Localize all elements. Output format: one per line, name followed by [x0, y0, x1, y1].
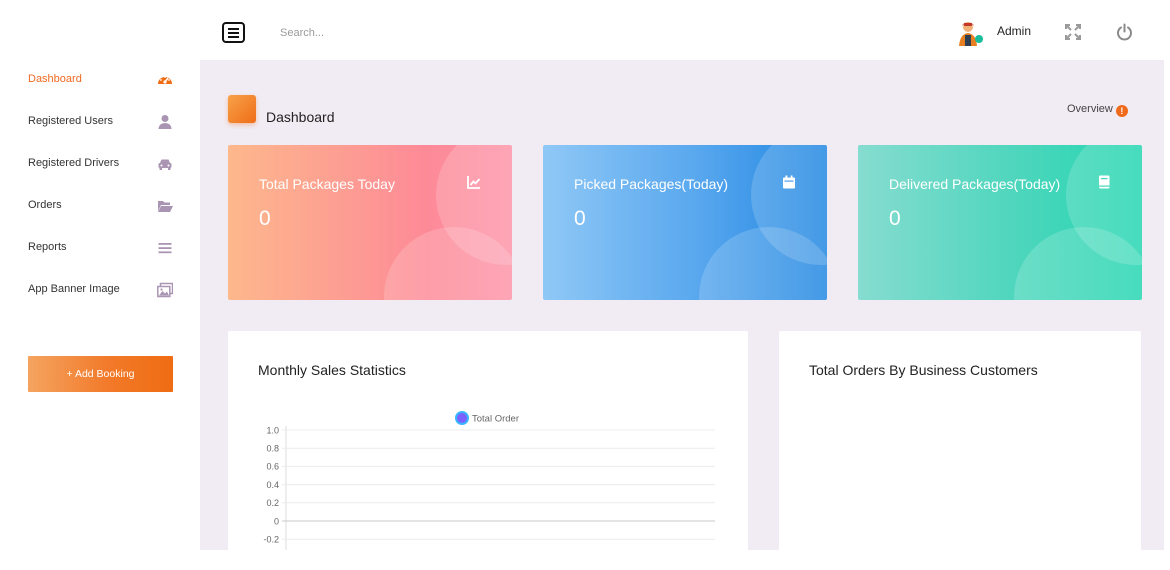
folder-open-icon	[158, 201, 173, 212]
sidebar-item-label: Dashboard	[28, 73, 82, 85]
dashboard-gauge-icon	[158, 76, 172, 84]
y-tick-label: 0.2	[266, 498, 279, 508]
stat-card-value: 0	[259, 207, 271, 230]
y-tick-label: -0.2	[263, 535, 279, 545]
user-icon	[158, 115, 172, 129]
stat-card-delivered-packages: Delivered Packages(Today) 0	[858, 145, 1142, 300]
sidebar-item-label: Reports	[28, 241, 67, 253]
sidebar-item-dashboard[interactable]: Dashboard	[0, 65, 200, 95]
business-orders-panel: Total Orders By Business Customers	[779, 331, 1141, 550]
stat-card-picked-packages: Picked Packages(Today) 0	[543, 145, 827, 300]
avatar[interactable]	[956, 19, 984, 47]
add-booking-button[interactable]: + Add Booking	[28, 356, 173, 392]
stat-card-title: Delivered Packages(Today)	[889, 176, 1061, 192]
y-tick-label: 0	[274, 516, 279, 526]
user-name[interactable]: Admin	[997, 24, 1031, 38]
y-tick-label: 0.8	[266, 444, 279, 454]
stat-card-total-packages: Total Packages Today 0	[228, 145, 512, 300]
overview-label: Overview	[1067, 103, 1113, 115]
stat-card-title: Picked Packages(Today)	[574, 176, 729, 192]
panel-title: Total Orders By Business Customers	[809, 362, 1038, 378]
sidebar-item-label: Registered Users	[28, 115, 113, 127]
app-page: Admin Dashboard Registered Users	[0, 0, 1170, 570]
overview-link[interactable]: Overview!	[1067, 103, 1128, 117]
calendar-icon	[783, 175, 795, 189]
fullscreen-icon[interactable]	[1065, 24, 1081, 40]
sidebar-item-registered-users[interactable]: Registered Users	[0, 107, 200, 137]
sidebar-item-label: Registered Drivers	[28, 157, 120, 169]
sidebar-item-orders[interactable]: Orders	[0, 191, 200, 221]
power-icon[interactable]	[1116, 23, 1133, 41]
decorative-circle	[699, 227, 827, 300]
line-chart-icon	[467, 176, 481, 189]
legend-label: Total Order	[472, 414, 519, 425]
y-tick-label: 0.4	[266, 480, 279, 490]
list-icon	[158, 243, 172, 254]
images-icon	[157, 282, 173, 298]
menu-icon[interactable]	[222, 22, 245, 43]
page-footer-strip	[200, 550, 1170, 570]
car-icon	[158, 159, 172, 170]
stat-card-value: 0	[889, 207, 901, 230]
exclamation-icon: !	[1115, 105, 1128, 117]
sidebar-item-registered-drivers[interactable]: Registered Drivers	[0, 149, 200, 179]
sidebar-item-reports[interactable]: Reports	[0, 233, 200, 263]
sidebar-item-label: App Banner Image	[28, 283, 120, 295]
y-tick-label: 0.6	[266, 462, 279, 472]
main-content: Dashboard Overview! Total Packages Today…	[200, 60, 1164, 550]
search-input[interactable]	[280, 22, 480, 44]
legend-marker	[455, 411, 469, 425]
decorative-circle	[384, 227, 512, 300]
monthly-sales-panel: Monthly Sales Statistics Total Order 1.0 0…	[228, 331, 748, 550]
page-title: Dashboard	[266, 109, 335, 125]
top-bar: Admin	[0, 0, 1170, 60]
stat-card-title: Total Packages Today	[259, 176, 395, 192]
stat-card-value: 0	[574, 207, 586, 230]
monthly-sales-chart: Total Order 1.0 0.8 0.6 0.4 0.2 0 -0.2	[263, 411, 715, 550]
page-title-icon	[228, 95, 256, 123]
decorative-circle	[1014, 227, 1142, 300]
sidebar: Dashboard Registered Users Registered Dr…	[0, 60, 200, 570]
book-icon	[1099, 175, 1110, 189]
sidebar-item-label: Orders	[28, 199, 62, 211]
sidebar-item-app-banner-image[interactable]: App Banner Image	[0, 275, 200, 305]
y-tick-label: 1.0	[266, 425, 279, 435]
